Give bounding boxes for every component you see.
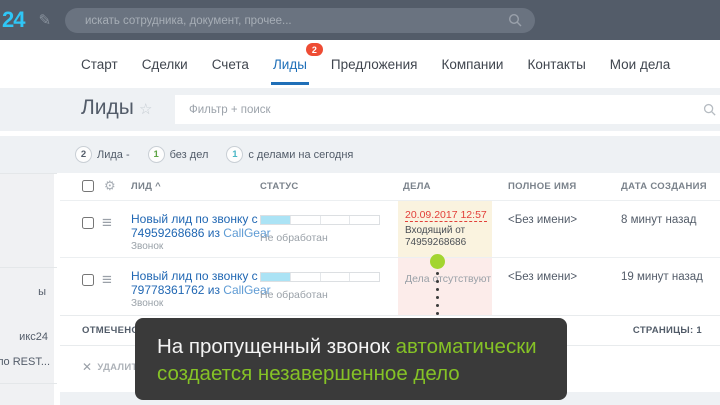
table-row: ≡ Новый лид по звонку с 79778361762 из C… xyxy=(60,257,720,315)
column-header-activities[interactable]: ДЕЛА xyxy=(403,181,431,192)
tutorial-pointer-dotted-line xyxy=(436,272,439,323)
strip-divider xyxy=(0,383,57,384)
progress-segment xyxy=(321,216,351,224)
tab-contacts[interactable]: Контакты xyxy=(527,40,585,88)
top-bar: 24 ✎ xyxy=(0,0,720,40)
tab-my-activities[interactable]: Мои дела xyxy=(610,40,671,88)
tutorial-tooltip: На пропущенный звонок автоматически созд… xyxy=(135,318,567,400)
tab-invoices[interactable]: Счета xyxy=(212,40,249,88)
pages-label: СТРАНИЦЫ: 1 xyxy=(633,325,702,336)
status-progress-bar xyxy=(260,272,380,282)
tutorial-pointer-dot xyxy=(430,254,445,269)
bitrix24-logo: 24 xyxy=(2,7,24,33)
total-leads-label: Лида - xyxy=(97,149,130,161)
tab-deals[interactable]: Сделки xyxy=(142,40,188,88)
activity-date-link[interactable]: 20.09.2017 12:57 xyxy=(405,209,487,222)
bitrix24-crm-leads-screen: ы икс24 по REST... 24 ✎ Старт Сделки Сче… xyxy=(0,0,720,405)
lead-subtitle: Звонок xyxy=(131,241,163,252)
progress-segment xyxy=(291,216,321,224)
row-checkbox[interactable] xyxy=(82,217,94,229)
created-cell: 19 минут назад xyxy=(621,271,703,283)
filter-search-input[interactable] xyxy=(175,95,720,124)
tab-companies[interactable]: Компании xyxy=(441,40,503,88)
progress-segment-filled xyxy=(261,273,291,281)
menu-item-fragment: по REST... xyxy=(0,356,50,368)
close-icon: ✕ xyxy=(82,360,92,374)
crm-nav-tabs: Старт Сделки Счета Лиды 2 Предложения Ко… xyxy=(81,40,670,88)
status-progress-bar xyxy=(260,215,380,225)
no-activities-label: без дел xyxy=(170,149,209,161)
today-activities-badge: 1 xyxy=(226,146,243,163)
status-label: Не обработан xyxy=(260,232,328,244)
leads-summary: 2 Лида - 1 без дел 1 с делами на сегодня xyxy=(75,136,353,173)
tab-start[interactable]: Старт xyxy=(81,40,118,88)
row-menu-icon[interactable]: ≡ xyxy=(102,214,112,231)
activity-cell: 20.09.2017 12:57 Входящий от 74959268686 xyxy=(398,201,492,257)
progress-segment-filled xyxy=(261,216,291,224)
no-activities-counter[interactable]: 1 без дел xyxy=(148,146,209,163)
row-menu-icon[interactable]: ≡ xyxy=(102,271,112,288)
total-leads-badge: 2 xyxy=(75,146,92,163)
left-menu-strip: ы икс24 по REST... xyxy=(0,173,57,405)
global-search-input[interactable] xyxy=(65,8,535,33)
full-name-cell: <Без имени> xyxy=(508,271,577,283)
created-cell: 8 минут назад xyxy=(621,214,696,226)
no-activities-badge: 1 xyxy=(148,146,165,163)
sort-asc-icon: ^ xyxy=(155,181,161,192)
search-icon xyxy=(508,13,523,28)
page-title: Лиды xyxy=(81,96,134,120)
progress-segment xyxy=(321,273,351,281)
strip-divider xyxy=(0,173,57,174)
strip-divider xyxy=(0,267,57,268)
filter-search-icon[interactable] xyxy=(703,103,717,117)
progress-segment xyxy=(291,273,321,281)
column-header-fullname[interactable]: ПОЛНОЕ ИМЯ xyxy=(508,181,576,192)
column-header-status[interactable]: СТАТУС xyxy=(260,181,299,192)
active-tab-underline xyxy=(271,82,309,85)
tab-quotes[interactable]: Предложения xyxy=(331,40,418,88)
menu-item-fragment: икс24 xyxy=(19,331,48,343)
today-activities-label: с делами на сегодня xyxy=(248,149,353,161)
leads-count-badge: 2 xyxy=(306,43,323,56)
full-name-cell: <Без имени> xyxy=(508,214,577,226)
activity-line: 74959268686 xyxy=(405,237,492,249)
progress-segment xyxy=(350,216,379,224)
table-header: ⚙ ЛИД ^ СТАТУС ДЕЛА ПОЛНОЕ ИМЯ ДАТА СОЗД… xyxy=(60,173,720,200)
grid-settings-gear-icon[interactable]: ⚙ xyxy=(104,179,116,192)
no-activities-text: Дела отсутствуют xyxy=(405,266,492,285)
global-search xyxy=(65,8,535,33)
favorite-star-icon[interactable]: ☆ xyxy=(139,100,152,118)
row-checkbox[interactable] xyxy=(82,274,94,286)
tab-leads[interactable]: Лиды 2 xyxy=(273,40,307,88)
today-activities-counter[interactable]: 1 с делами на сегодня xyxy=(226,146,353,163)
edit-pencil-icon[interactable]: ✎ xyxy=(38,11,51,29)
column-header-lead[interactable]: ЛИД ^ xyxy=(131,181,161,192)
status-label: Не обработан xyxy=(260,289,328,301)
lead-subtitle: Звонок xyxy=(131,298,163,309)
progress-segment xyxy=(350,273,379,281)
activity-cell: Дела отсутствуют xyxy=(398,258,492,315)
select-all-checkbox[interactable] xyxy=(82,180,94,192)
table-row: ≡ Новый лид по звонку с 74959268686 из C… xyxy=(60,200,720,257)
column-header-created[interactable]: ДАТА СОЗДАНИЯ xyxy=(621,181,707,192)
tooltip-text-white: На пропущенный звонок xyxy=(157,335,396,358)
filter-search xyxy=(175,95,720,124)
activity-line: Входящий от xyxy=(405,225,492,237)
menu-item-fragment: ы xyxy=(38,286,46,298)
